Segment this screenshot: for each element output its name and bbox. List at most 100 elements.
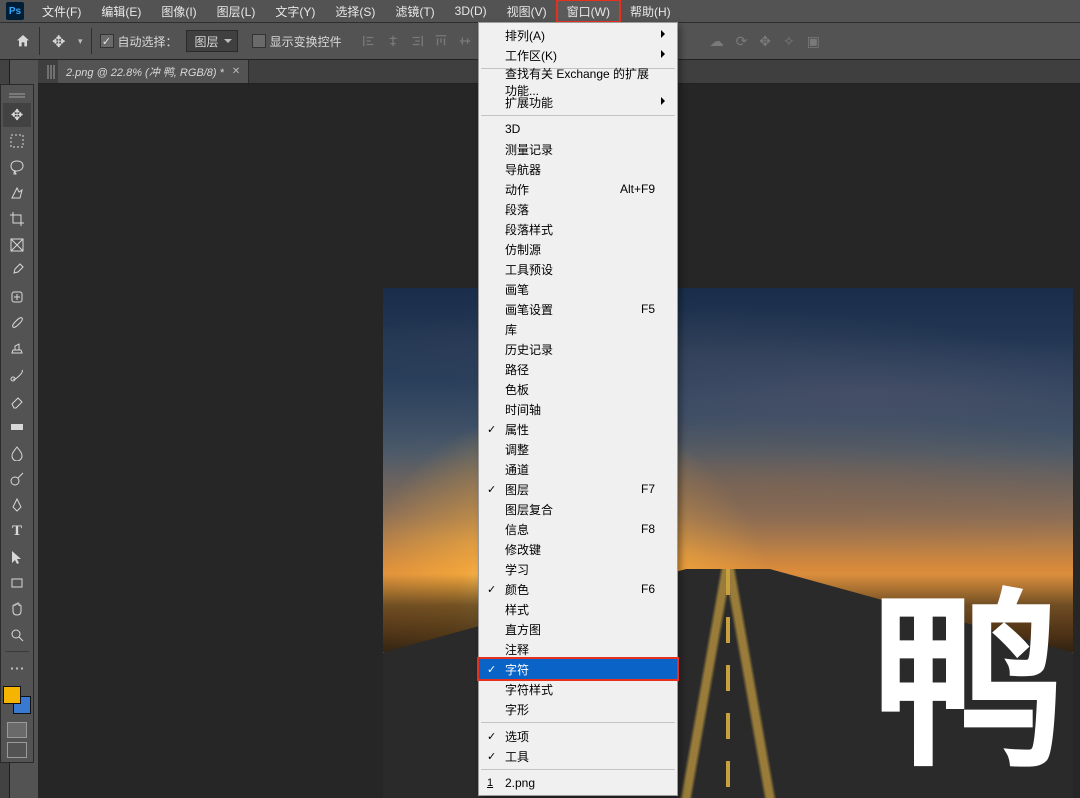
menu-item-3D[interactable]: 3D [479, 119, 677, 139]
menu-item-label: 色板 [505, 381, 529, 398]
menu-item-路径[interactable]: 路径 [479, 359, 677, 379]
menu-item-label: 图层 [505, 481, 529, 498]
menu-item-shortcut: F5 [641, 302, 655, 316]
menu-item-画笔[interactable]: 画笔 [479, 279, 677, 299]
move-3d-icon[interactable]: ✥ [759, 33, 771, 50]
menu-layer[interactable]: 图层(L) [207, 0, 266, 22]
menu-item-历史记录[interactable]: 历史记录 [479, 339, 677, 359]
menu-item-字符样式[interactable]: 字符样式 [479, 679, 677, 699]
brush-tool[interactable] [3, 311, 31, 335]
gradient-tool[interactable] [3, 415, 31, 439]
menu-item-图层[interactable]: 图层F7 [479, 479, 677, 499]
menu-file[interactable]: 文件(F) [32, 0, 91, 22]
menu-item-色板[interactable]: 色板 [479, 379, 677, 399]
menu-item-导航器[interactable]: 导航器 [479, 159, 677, 179]
menu-item-仿制源[interactable]: 仿制源 [479, 239, 677, 259]
menu-item-动作[interactable]: 动作Alt+F9 [479, 179, 677, 199]
menu-item-属性[interactable]: 属性 [479, 419, 677, 439]
menu-3d[interactable]: 3D(D) [445, 0, 497, 22]
pen-tool[interactable] [3, 493, 31, 517]
menu-item-颜色[interactable]: 颜色F6 [479, 579, 677, 599]
menu-item-工作区(K)[interactable]: 工作区(K) [479, 45, 677, 65]
menu-item-测量记录[interactable]: 测量记录 [479, 139, 677, 159]
menu-item-字符[interactable]: 字符 [479, 659, 677, 679]
quickmask-button[interactable] [7, 722, 27, 738]
menu-item-信息[interactable]: 信息F8 [479, 519, 677, 539]
menu-item-段落样式[interactable]: 段落样式 [479, 219, 677, 239]
menu-view[interactable]: 视图(V) [497, 0, 557, 22]
menu-item-字形[interactable]: 字形 [479, 699, 677, 719]
align-vcenter-button[interactable] [454, 30, 476, 52]
edit-toolbar-button[interactable]: ⋯ [3, 656, 31, 680]
camera-icon[interactable]: ▣ [807, 33, 820, 50]
dodge-tool[interactable] [3, 467, 31, 491]
menu-item-label: 扩展功能 [505, 94, 553, 111]
foreground-color-swatch[interactable] [3, 686, 21, 704]
menu-item-扩展功能[interactable]: 扩展功能 [479, 92, 677, 112]
blur-tool[interactable] [3, 441, 31, 465]
color-swatches[interactable] [3, 686, 31, 714]
auto-select-target-dropdown[interactable]: 图层 [186, 30, 238, 52]
eraser-tool[interactable] [3, 389, 31, 413]
scale-3d-icon[interactable]: ✧ [783, 33, 795, 50]
menu-select[interactable]: 选择(S) [325, 0, 385, 22]
history-brush-tool[interactable] [3, 363, 31, 387]
home-button[interactable] [6, 27, 40, 55]
menu-item-工具预设[interactable]: 工具预设 [479, 259, 677, 279]
menu-item-调整[interactable]: 调整 [479, 439, 677, 459]
menu-item-通道[interactable]: 通道 [479, 459, 677, 479]
menu-item-库[interactable]: 库 [479, 319, 677, 339]
path-selection-tool[interactable] [3, 545, 31, 569]
menu-edit[interactable]: 编辑(E) [91, 0, 151, 22]
menu-item-2.png[interactable]: 2.png [479, 773, 677, 793]
eyedropper-tool[interactable] [3, 259, 31, 283]
document-tab[interactable]: 2.png @ 22.8% (冲 鸭, RGB/8) * ✕ [58, 60, 249, 83]
menu-item-学习[interactable]: 学习 [479, 559, 677, 579]
menu-item-label: 图层复合 [505, 501, 553, 518]
marquee-tool[interactable] [3, 129, 31, 153]
menu-item-样式[interactable]: 样式 [479, 599, 677, 619]
show-transform-checkbox[interactable]: 显示变换控件 [252, 33, 342, 50]
align-top-button[interactable] [430, 30, 452, 52]
clone-stamp-tool[interactable] [3, 337, 31, 361]
frame-tool[interactable] [3, 233, 31, 257]
menu-item-排列(A)[interactable]: 排列(A) [479, 25, 677, 45]
menu-item-注释[interactable]: 注释 [479, 639, 677, 659]
align-right-button[interactable] [406, 30, 428, 52]
menu-item-label: 颜色 [505, 581, 529, 598]
move-tool[interactable]: ✥ [3, 103, 31, 127]
cloud-icon[interactable]: ☁ [710, 33, 724, 50]
hand-tool[interactable] [3, 597, 31, 621]
palette-grip[interactable] [1, 89, 33, 99]
menu-item-图层复合[interactable]: 图层复合 [479, 499, 677, 519]
healing-brush-tool[interactable] [3, 285, 31, 309]
tabbar-handle[interactable] [38, 60, 58, 83]
menu-item-直方图[interactable]: 直方图 [479, 619, 677, 639]
close-icon[interactable]: ✕ [232, 66, 240, 77]
menu-image[interactable]: 图像(I) [151, 0, 206, 22]
menu-item-选项[interactable]: 选项 [479, 726, 677, 746]
menu-filter[interactable]: 滤镜(T) [385, 0, 444, 22]
align-left-button[interactable] [358, 30, 380, 52]
menu-item-修改键[interactable]: 修改键 [479, 539, 677, 559]
menu-item-画笔设置[interactable]: 画笔设置F5 [479, 299, 677, 319]
quick-select-tool[interactable] [3, 181, 31, 205]
align-hcenter-button[interactable] [382, 30, 404, 52]
menu-item-工具[interactable]: 工具 [479, 746, 677, 766]
rotate-3d-icon[interactable]: ⟳ [736, 33, 748, 50]
crop-tool[interactable] [3, 207, 31, 231]
auto-select-checkbox[interactable]: 自动选择： [100, 33, 178, 50]
rectangle-tool[interactable] [3, 571, 31, 595]
canvas-text-layer[interactable]: 鸭 [871, 588, 1065, 778]
menu-item-查找有关 Exchange 的扩展功能...[interactable]: 查找有关 Exchange 的扩展功能... [479, 72, 677, 92]
screenmode-button[interactable] [7, 742, 27, 758]
menu-item-label: 样式 [505, 601, 529, 618]
menu-help[interactable]: 帮助(H) [620, 0, 681, 22]
zoom-tool[interactable] [3, 623, 31, 647]
menu-window[interactable]: 窗口(W) [557, 0, 620, 22]
type-tool[interactable]: T [3, 519, 31, 543]
menu-item-时间轴[interactable]: 时间轴 [479, 399, 677, 419]
menu-type[interactable]: 文字(Y) [265, 0, 325, 22]
lasso-tool[interactable] [3, 155, 31, 179]
menu-item-段落[interactable]: 段落 [479, 199, 677, 219]
